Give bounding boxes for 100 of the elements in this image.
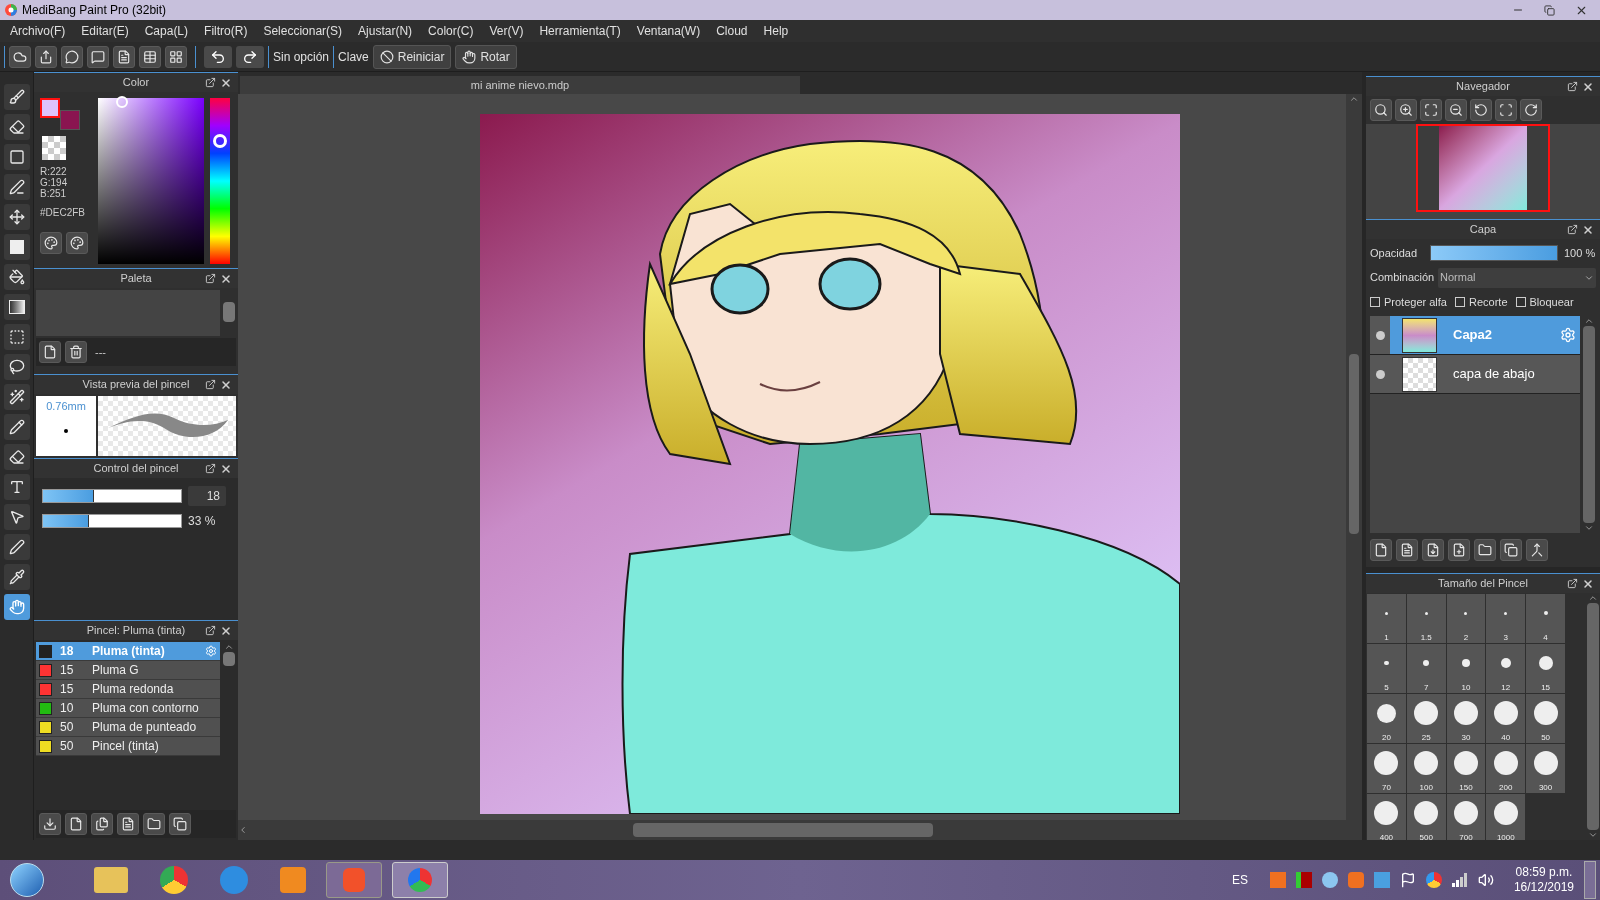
icon-button[interactable] xyxy=(35,45,57,68)
document-tab[interactable]: mi anime nievo.mdp xyxy=(240,76,800,94)
brush-size-cell[interactable]: 50 xyxy=(1526,694,1565,743)
icon-button[interactable] xyxy=(9,45,31,68)
picker-handle[interactable] xyxy=(116,96,128,108)
icon-button[interactable] xyxy=(1395,99,1417,121)
icon-button[interactable] xyxy=(39,341,61,363)
menu-item[interactable]: Help xyxy=(755,22,797,40)
tool-button[interactable] xyxy=(3,144,30,170)
brush-size-cell[interactable]: 1.5 xyxy=(1406,594,1446,643)
undock-icon[interactable] xyxy=(1567,224,1578,235)
scroll-thumb[interactable] xyxy=(223,652,235,666)
color-swatch[interactable] xyxy=(40,98,60,118)
icon-button[interactable] xyxy=(113,45,135,68)
icon-button[interactable] xyxy=(169,813,191,835)
flag-icon[interactable] xyxy=(1399,872,1416,888)
rotate-button[interactable]: Rotar xyxy=(455,44,517,69)
icon-button[interactable] xyxy=(61,45,83,68)
brush-size-cell[interactable]: 100 xyxy=(1406,744,1446,793)
clock-time[interactable]: 08:59 p.m. xyxy=(1515,865,1573,880)
brush-size-cell[interactable]: 7 xyxy=(1406,644,1446,693)
saturation-field[interactable] xyxy=(98,98,204,264)
tool-button[interactable] xyxy=(3,414,30,440)
brush-list-item[interactable]: 15 Pluma redonda xyxy=(36,680,220,699)
brush-list-item[interactable]: 50 Pincel (tinta) xyxy=(36,737,220,756)
icon-button[interactable] xyxy=(39,813,61,835)
brush-size-cell[interactable]: 5 xyxy=(1367,644,1406,693)
brush-size-cell[interactable]: 2 xyxy=(1446,594,1486,643)
scroll-thumb[interactable] xyxy=(1587,603,1599,830)
brush-size-cell[interactable]: 150 xyxy=(1446,744,1486,793)
brush-size-cell[interactable]: 10 xyxy=(1446,644,1486,693)
brush-size-cell[interactable]: 700 xyxy=(1446,794,1486,840)
menu-item[interactable]: Ver(V) xyxy=(481,22,532,40)
tool-button[interactable] xyxy=(3,294,30,320)
menu-item[interactable]: Capa(L) xyxy=(136,22,197,40)
icon-button[interactable] xyxy=(165,45,187,68)
brush-list-item[interactable]: 15 Pluma G xyxy=(36,661,220,680)
tool-button[interactable] xyxy=(3,324,30,350)
tool-button[interactable] xyxy=(3,534,30,560)
brush-size-cell[interactable]: 4 xyxy=(1526,594,1565,643)
settings-icon[interactable] xyxy=(205,645,217,657)
menu-item[interactable]: Filtro(R) xyxy=(196,22,256,40)
icon-button[interactable] xyxy=(40,232,62,254)
brush-size-cell[interactable]: 40 xyxy=(1486,694,1526,743)
vertical-scrollbar[interactable] xyxy=(1346,94,1362,820)
menu-item[interactable]: Color(C) xyxy=(420,22,482,40)
tool-button[interactable] xyxy=(3,474,30,500)
scroll-thumb[interactable] xyxy=(633,823,933,837)
icon-button[interactable] xyxy=(65,813,87,835)
checkbox[interactable] xyxy=(1455,296,1465,307)
transparent-swatch[interactable] xyxy=(42,136,66,160)
brush-size-cell[interactable]: 70 xyxy=(1367,744,1406,793)
color-swatch[interactable] xyxy=(60,110,80,130)
icon-button[interactable] xyxy=(1470,99,1492,121)
scroll-up-icon[interactable] xyxy=(1588,593,1598,603)
icon-button[interactable] xyxy=(1445,99,1467,121)
close-icon[interactable] xyxy=(220,76,232,89)
brush-size-cell[interactable]: 3 xyxy=(1486,594,1526,643)
brush-list-item[interactable]: 50 Pluma de punteado xyxy=(36,718,220,737)
icon-button[interactable] xyxy=(1495,99,1517,121)
undock-icon[interactable] xyxy=(205,463,216,474)
scroll-up-icon[interactable] xyxy=(224,642,234,652)
hue-handle[interactable] xyxy=(213,134,227,149)
brush-size-cell[interactable]: 25 xyxy=(1406,694,1446,743)
tool-button[interactable] xyxy=(3,114,30,140)
scrollbar[interactable] xyxy=(1582,316,1596,533)
reset-button[interactable]: Reiniciar xyxy=(372,44,452,69)
icon-button[interactable] xyxy=(1448,539,1470,561)
horizontal-scrollbar[interactable] xyxy=(238,820,1362,840)
icon-button[interactable] xyxy=(1370,539,1392,561)
scroll-up-icon[interactable] xyxy=(1349,94,1359,104)
tool-button[interactable] xyxy=(3,564,30,590)
tool-button[interactable] xyxy=(3,204,30,230)
undock-icon[interactable] xyxy=(205,379,216,390)
menu-item[interactable]: Archivo(F) xyxy=(2,22,74,40)
icon-button[interactable] xyxy=(117,813,139,835)
brush-size-cell[interactable]: 12 xyxy=(1486,644,1526,693)
tool-button[interactable] xyxy=(3,444,30,470)
settings-icon[interactable] xyxy=(1560,327,1576,343)
icon-button[interactable] xyxy=(1370,99,1392,121)
icon-button[interactable] xyxy=(143,813,165,835)
close-icon[interactable] xyxy=(1582,577,1594,590)
brush-slider[interactable] xyxy=(42,489,182,503)
menu-item[interactable]: Editar(E) xyxy=(73,22,137,40)
language-indicator[interactable]: ES xyxy=(1231,871,1248,889)
tool-button[interactable] xyxy=(3,174,30,200)
menu-item[interactable]: Herramienta(T) xyxy=(531,22,629,40)
close-icon[interactable] xyxy=(220,624,232,637)
icon-button[interactable] xyxy=(1420,99,1442,121)
brush-size-cell[interactable]: 20 xyxy=(1367,694,1406,743)
brush-size-cell[interactable]: 1 xyxy=(1367,594,1406,643)
undock-icon[interactable] xyxy=(205,625,216,636)
undock-icon[interactable] xyxy=(205,77,216,88)
tray-icon[interactable] xyxy=(1321,872,1338,888)
start-button[interactable] xyxy=(10,863,44,897)
icon-button[interactable] xyxy=(65,341,87,363)
scroll-thumb[interactable] xyxy=(223,302,235,322)
tool-button[interactable] xyxy=(3,354,30,380)
scroll-down-icon[interactable] xyxy=(1584,523,1594,533)
scroll-left-icon[interactable] xyxy=(238,825,248,835)
